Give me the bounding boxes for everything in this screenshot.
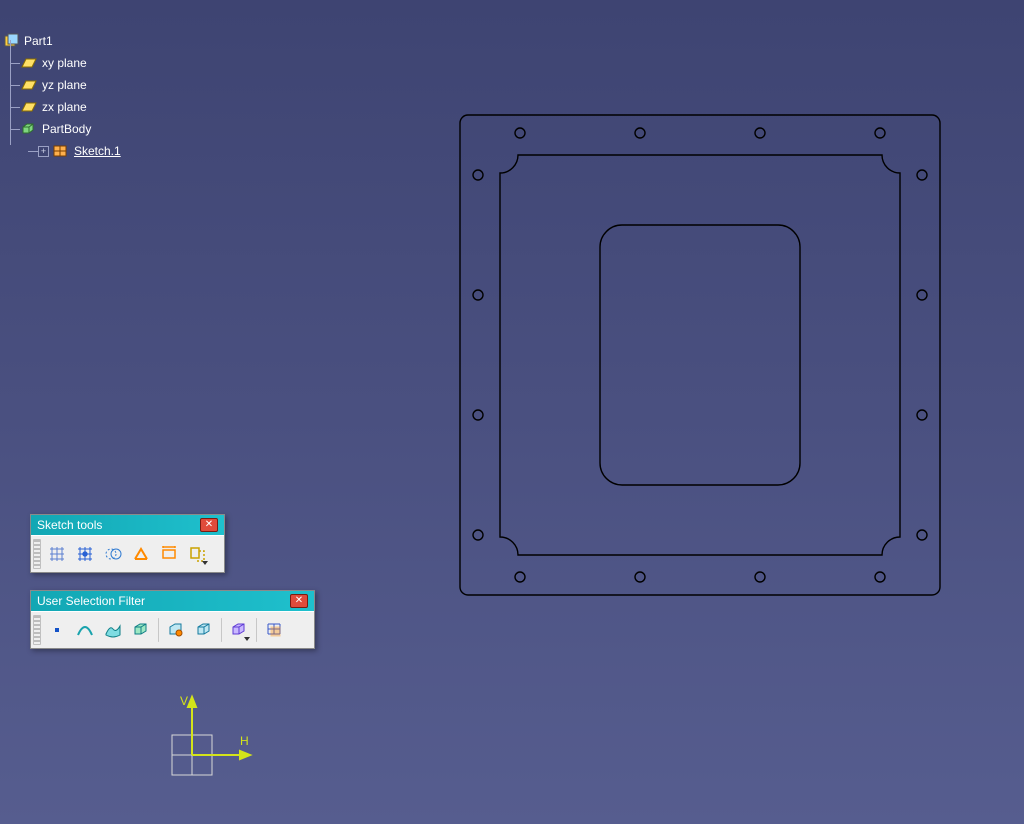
axis-v-label: V (180, 694, 188, 708)
spec-tree[interactable]: Part1 xy plane yz plane zx plane PartBod… (2, 30, 121, 162)
part-icon (2, 33, 20, 49)
volume-filter-button[interactable] (128, 617, 154, 643)
user-selection-filter-toolbar[interactable]: User Selection Filter ✕ (30, 590, 315, 649)
body-filter-button[interactable] (191, 617, 217, 643)
selection-trap-button[interactable] (261, 617, 287, 643)
toolbar-body (31, 611, 314, 648)
dropdown-caret-icon[interactable] (202, 561, 208, 565)
sketch-geometry[interactable] (460, 115, 940, 595)
sketch-tools-toolbar[interactable]: Sketch tools ✕ (30, 514, 225, 573)
toolbar-grip-icon[interactable] (33, 615, 41, 645)
feature-filter-button[interactable] (163, 617, 189, 643)
tree-plane-yz[interactable]: yz plane (2, 74, 121, 96)
point-filter-button[interactable] (44, 617, 70, 643)
curve-filter-button[interactable] (72, 617, 98, 643)
tree-root-part[interactable]: Part1 (2, 30, 121, 52)
plane-icon (20, 99, 38, 115)
tree-plane-zx[interactable]: zx plane (2, 96, 121, 118)
sketch-icon (52, 143, 70, 159)
toolbar-title-label: Sketch tools (37, 515, 102, 535)
toolbar-grip-icon[interactable] (33, 539, 41, 569)
paste-selection-button[interactable] (184, 541, 210, 567)
tree-sketch1[interactable]: + Sketch.1 (2, 140, 121, 162)
dimensional-constraints-button[interactable] (156, 541, 182, 567)
separator (158, 618, 159, 642)
tree-plane-label: yz plane (42, 78, 87, 92)
toolbar-titlebar[interactable]: Sketch tools ✕ (31, 515, 224, 535)
axis-h-label: H (240, 734, 249, 748)
tree-root-label: Part1 (24, 34, 53, 48)
tree-plane-label: xy plane (42, 56, 87, 70)
plane-icon (20, 77, 38, 93)
sketch-filter-button[interactable] (226, 617, 252, 643)
close-icon[interactable]: ✕ (290, 594, 308, 608)
toolbar-body (31, 535, 224, 572)
separator (256, 618, 257, 642)
tree-sketch-label: Sketch.1 (74, 144, 121, 158)
expand-icon[interactable]: + (38, 146, 49, 157)
close-icon[interactable]: ✕ (200, 518, 218, 532)
sketch-axis-indicator: H V (162, 695, 252, 785)
geometric-constraints-button[interactable] (128, 541, 154, 567)
dropdown-caret-icon[interactable] (244, 637, 250, 641)
body-icon (20, 121, 38, 137)
grid-toggle-button[interactable] (44, 541, 70, 567)
tree-plane-label: zx plane (42, 100, 87, 114)
tree-plane-xy[interactable]: xy plane (2, 52, 121, 74)
tree-body-label: PartBody (42, 122, 91, 136)
plane-icon (20, 55, 38, 71)
surface-filter-button[interactable] (100, 617, 126, 643)
toolbar-title-label: User Selection Filter (37, 591, 145, 611)
toolbar-titlebar[interactable]: User Selection Filter ✕ (31, 591, 314, 611)
separator (221, 618, 222, 642)
snap-to-point-button[interactable] (72, 541, 98, 567)
construction-std-toggle-button[interactable] (100, 541, 126, 567)
tree-partbody[interactable]: PartBody (2, 118, 121, 140)
